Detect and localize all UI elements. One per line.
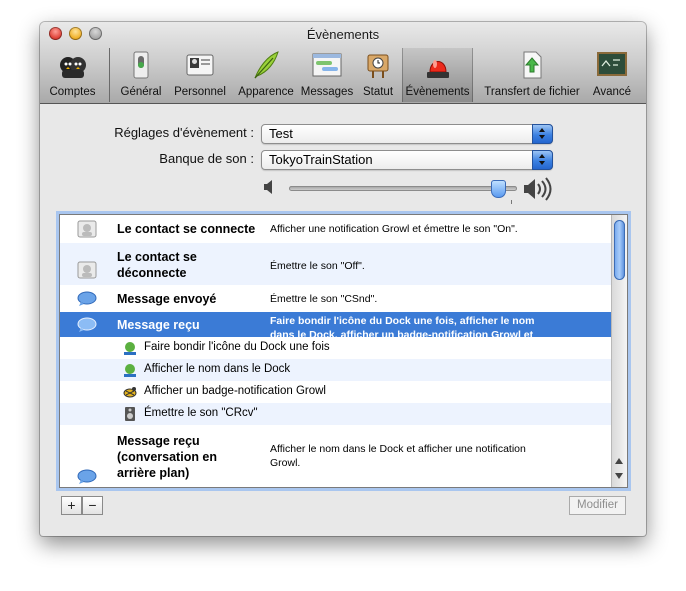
event-name: Le contact se déconnecte [117, 249, 197, 281]
status-sign-icon [367, 54, 389, 78]
list-item[interactable]: Message envoyé Émettre le son "CSnd". [60, 285, 611, 312]
add-button[interactable]: + [61, 496, 82, 515]
sound-bank-popup[interactable]: TokyoTrainStation [261, 150, 553, 170]
tab-accounts[interactable]: Comptes [45, 48, 100, 102]
speaker-icon [125, 407, 135, 421]
volume-high-icon [524, 177, 552, 201]
event-description: Émettre le son "CSnd". [270, 293, 378, 305]
event-set-popup[interactable]: Test [261, 124, 553, 144]
action-label: Faire bondir l'icône du Dock une fois [144, 341, 330, 353]
action-label: Afficher le nom dans le Dock [144, 363, 291, 375]
event-description: Afficher le nom dans le Dock et afficher… [270, 442, 600, 470]
file-transfer-icon [523, 51, 542, 79]
list-item-selected[interactable]: Message reçu Faire bondir l'icône du Doc… [60, 312, 611, 337]
tab-label: Évènements [405, 86, 470, 98]
tab-label: Transfert de fichier [484, 86, 580, 98]
message-bubble-icon [77, 291, 97, 306]
tab-label: Messages [300, 86, 354, 98]
scroll-down-icon[interactable] [615, 473, 623, 479]
event-description: Faire bondir l'icône du Dock une fois, a… [270, 314, 600, 337]
tab-label: Personnel [174, 86, 226, 98]
action-row[interactable]: Afficher le nom dans le Dock [60, 359, 611, 381]
action-label: Afficher un badge-notification Growl [144, 385, 326, 397]
list-item[interactable]: Le contact se connecte Afficher une noti… [60, 215, 611, 243]
tab-advanced[interactable]: Avancé [590, 48, 634, 102]
contact-offline-icon [77, 261, 97, 279]
event-name: Message reçu [117, 318, 200, 332]
dock-bounce-icon [124, 342, 136, 355]
dock-name-icon [124, 364, 136, 377]
contact-online-icon [77, 220, 97, 238]
event-description-line: Faire bondir l'icône du Dock une fois, a… [270, 315, 535, 327]
scrollbar-thumb[interactable] [614, 220, 625, 280]
event-description-line: dans le Dock, afficher un badge-notifica… [270, 329, 534, 337]
volume-slider[interactable] [289, 180, 517, 198]
event-name-line: déconnecte [117, 266, 187, 280]
slider-tick [511, 200, 512, 204]
event-name-line: Message reçu [117, 434, 200, 448]
event-name: Message reçu (conversation en arrière pl… [117, 433, 217, 481]
event-name: Le contact se connecte [117, 222, 256, 236]
event-description: Afficher une notification Growl et émett… [270, 223, 518, 235]
toolbar-separator [109, 48, 110, 102]
vertical-scrollbar[interactable] [611, 215, 627, 487]
volume-low-icon [264, 180, 272, 194]
popup-arrows-icon [532, 150, 553, 170]
action-row[interactable]: Faire bondir l'icône du Dock une fois [60, 337, 611, 359]
event-name: Message envoyé [117, 292, 217, 306]
advanced-chalkboard-icon [597, 52, 627, 76]
tab-label: Avancé [592, 86, 632, 98]
events-siren-icon [426, 60, 449, 78]
scroll-up-icon[interactable] [615, 458, 623, 464]
general-switch-icon [133, 51, 149, 79]
tab-general[interactable]: Général [120, 48, 162, 102]
growl-icon [123, 387, 137, 398]
tab-messages[interactable]: Messages [300, 48, 354, 102]
list-item[interactable]: Message reçu (conversation en arrière pl… [60, 425, 611, 487]
tab-appearance[interactable]: Apparence [233, 48, 299, 102]
volume-slider-knob[interactable] [491, 180, 506, 198]
message-bubble-icon [77, 469, 97, 484]
action-row[interactable]: Émettre le son "CRcv" [60, 403, 611, 425]
event-description-line: Growl. [270, 457, 301, 469]
messages-window-icon [312, 53, 342, 77]
modify-button[interactable]: Modifier [569, 496, 626, 515]
event-set-value: Test [269, 126, 293, 141]
remove-button[interactable]: − [82, 496, 103, 515]
tab-file-transfer[interactable]: Transfert de fichier [477, 48, 587, 102]
tab-personal[interactable]: Personnel [171, 48, 229, 102]
title-bar: Évènements Comptes Général Personnel App… [40, 22, 646, 104]
tab-label: Comptes [49, 86, 96, 98]
appearance-feather-icon [254, 51, 279, 79]
event-name-line: (conversation en [117, 450, 218, 464]
sound-bank-value: TokyoTrainStation [269, 152, 373, 167]
personal-card-icon [186, 54, 214, 76]
window-title: Évènements [306, 27, 380, 42]
accounts-icon [59, 57, 86, 78]
event-description-line: Afficher le nom dans le Dock et afficher… [270, 443, 526, 455]
tab-status[interactable]: Statut [358, 48, 398, 102]
event-set-label: Réglages d'évènement : [114, 125, 254, 140]
event-name-line: Le contact se [117, 250, 197, 264]
list-item[interactable]: Le contact se déconnecte Émettre le son … [60, 243, 611, 285]
action-row[interactable]: Afficher un badge-notification Growl [60, 381, 611, 403]
tab-label: Général [120, 86, 162, 98]
sound-bank-label: Banque de son : [159, 151, 254, 166]
event-description: Émettre le son "Off". [270, 260, 365, 272]
tab-events[interactable]: Évènements [402, 48, 473, 102]
message-bubble-icon [77, 317, 97, 332]
events-list[interactable]: Le contact se connecte Afficher une noti… [59, 214, 628, 488]
action-label: Émettre le son "CRcv" [144, 407, 258, 419]
event-name-line: arrière plan) [117, 466, 190, 480]
popup-arrows-icon [532, 124, 553, 144]
